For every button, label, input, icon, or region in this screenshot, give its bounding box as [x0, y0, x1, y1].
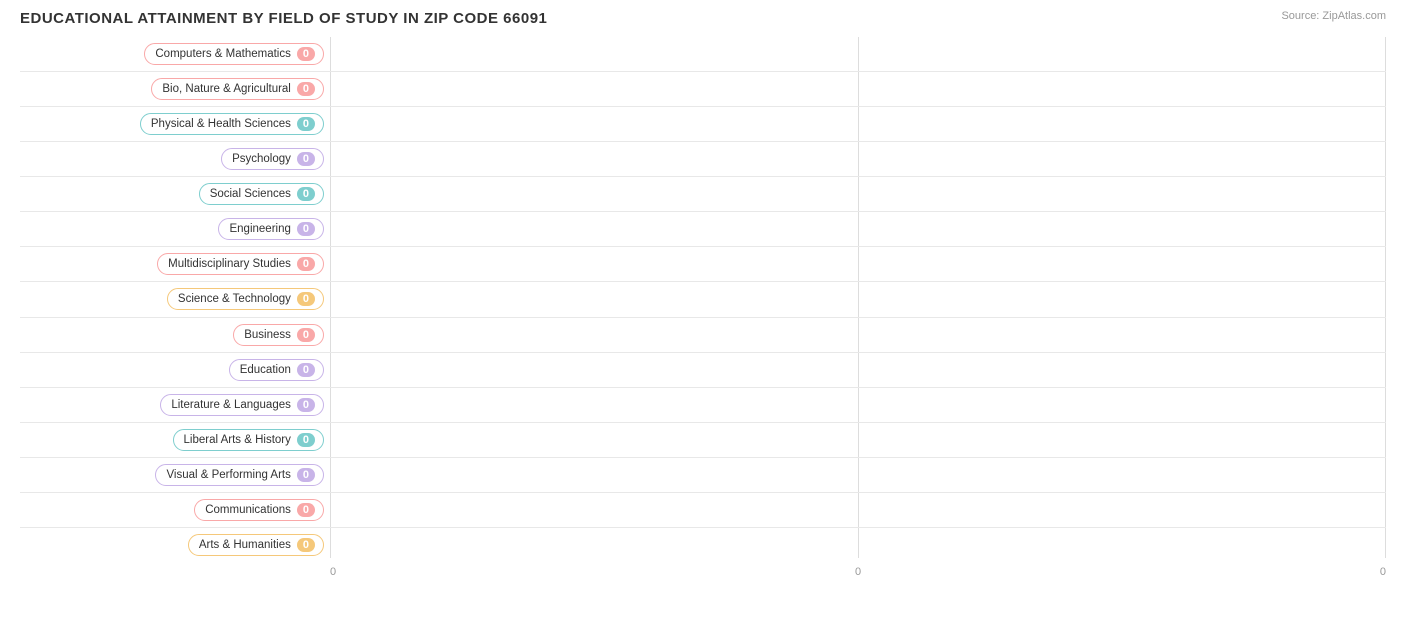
- chart-area: Computers & Mathematics 0 Bio, Nature & …: [20, 37, 1386, 578]
- label-area: Psychology 0: [20, 148, 330, 170]
- bar-area: [330, 80, 1386, 98]
- bar-label: Liberal Arts & History: [184, 434, 291, 446]
- x-axis-label: 0: [330, 566, 336, 578]
- bar-area: [330, 431, 1386, 449]
- label-pill: Science & Technology 0: [167, 288, 324, 310]
- label-pill: Physical & Health Sciences 0: [140, 113, 324, 135]
- bar-row: Multidisciplinary Studies 0: [20, 247, 1386, 282]
- bar-row: Liberal Arts & History 0: [20, 423, 1386, 458]
- bar-area: [330, 45, 1386, 63]
- bar-label: Multidisciplinary Studies: [168, 258, 291, 270]
- value-badge: 0: [297, 468, 315, 482]
- label-pill: Multidisciplinary Studies 0: [157, 253, 324, 275]
- value-badge: 0: [297, 538, 315, 552]
- chart-container: EDUCATIONAL ATTAINMENT BY FIELD OF STUDY…: [0, 0, 1406, 631]
- bar-label: Computers & Mathematics: [155, 48, 291, 60]
- value-badge: 0: [297, 257, 315, 271]
- value-badge: 0: [297, 152, 315, 166]
- bar-area: [330, 150, 1386, 168]
- rows-container: Computers & Mathematics 0 Bio, Nature & …: [20, 37, 1386, 562]
- bar-area: [330, 326, 1386, 344]
- x-axis-label: 0: [1380, 566, 1386, 578]
- bar-label: Engineering: [229, 223, 290, 235]
- bar-area: [330, 466, 1386, 484]
- label-area: Literature & Languages 0: [20, 394, 330, 416]
- label-area: Bio, Nature & Agricultural 0: [20, 78, 330, 100]
- chart-source: Source: ZipAtlas.com: [1281, 10, 1386, 22]
- label-pill: Arts & Humanities 0: [188, 534, 324, 556]
- value-badge: 0: [297, 117, 315, 131]
- x-axis-labels: 0 0 0: [330, 562, 1386, 578]
- bar-label: Arts & Humanities: [199, 539, 291, 551]
- bar-row: Visual & Performing Arts 0: [20, 458, 1386, 493]
- value-badge: 0: [297, 503, 315, 517]
- value-badge: 0: [297, 292, 315, 306]
- bar-label: Literature & Languages: [171, 399, 291, 411]
- label-pill: Bio, Nature & Agricultural 0: [151, 78, 324, 100]
- bar-row: Literature & Languages 0: [20, 388, 1386, 423]
- bar-label: Physical & Health Sciences: [151, 118, 291, 130]
- bar-label: Psychology: [232, 153, 291, 165]
- label-pill: Business 0: [233, 324, 324, 346]
- bar-label: Social Sciences: [210, 188, 291, 200]
- bar-label: Communications: [205, 504, 291, 516]
- label-area: Physical & Health Sciences 0: [20, 113, 330, 135]
- label-area: Business 0: [20, 324, 330, 346]
- label-area: Computers & Mathematics 0: [20, 43, 330, 65]
- bar-area: [330, 255, 1386, 273]
- bar-area: [330, 361, 1386, 379]
- label-pill: Visual & Performing Arts 0: [155, 464, 324, 486]
- value-badge: 0: [297, 82, 315, 96]
- bar-area: [330, 185, 1386, 203]
- label-pill: Literature & Languages 0: [160, 394, 324, 416]
- label-pill: Engineering 0: [218, 218, 324, 240]
- bar-label: Education: [240, 364, 291, 376]
- bar-row: Education 0: [20, 353, 1386, 388]
- value-badge: 0: [297, 187, 315, 201]
- bar-row: Business 0: [20, 318, 1386, 353]
- label-area: Social Sciences 0: [20, 183, 330, 205]
- bar-row: Physical & Health Sciences 0: [20, 107, 1386, 142]
- bar-area: [330, 501, 1386, 519]
- label-area: Arts & Humanities 0: [20, 534, 330, 556]
- label-area: Liberal Arts & History 0: [20, 429, 330, 451]
- label-pill: Liberal Arts & History 0: [173, 429, 325, 451]
- bar-row: Computers & Mathematics 0: [20, 37, 1386, 72]
- value-badge: 0: [297, 363, 315, 377]
- bar-label: Science & Technology: [178, 293, 291, 305]
- bar-row: Science & Technology 0: [20, 282, 1386, 317]
- bar-area: [330, 220, 1386, 238]
- label-pill: Social Sciences 0: [199, 183, 324, 205]
- bar-area: [330, 290, 1386, 308]
- value-badge: 0: [297, 398, 315, 412]
- bar-row: Bio, Nature & Agricultural 0: [20, 72, 1386, 107]
- bar-row: Arts & Humanities 0: [20, 528, 1386, 562]
- bar-label: Bio, Nature & Agricultural: [162, 83, 290, 95]
- chart-title: EDUCATIONAL ATTAINMENT BY FIELD OF STUDY…: [20, 10, 1386, 27]
- bar-row: Engineering 0: [20, 212, 1386, 247]
- value-badge: 0: [297, 222, 315, 236]
- bar-area: [330, 115, 1386, 133]
- bar-row: Psychology 0: [20, 142, 1386, 177]
- value-badge: 0: [297, 328, 315, 342]
- label-area: Multidisciplinary Studies 0: [20, 253, 330, 275]
- label-pill: Computers & Mathematics 0: [144, 43, 324, 65]
- label-area: Engineering 0: [20, 218, 330, 240]
- bar-row: Communications 0: [20, 493, 1386, 528]
- bar-area: [330, 396, 1386, 414]
- label-pill: Communications 0: [194, 499, 324, 521]
- label-area: Science & Technology 0: [20, 288, 330, 310]
- x-axis-label: 0: [855, 566, 861, 578]
- bar-label: Business: [244, 329, 291, 341]
- value-badge: 0: [297, 433, 315, 447]
- label-area: Visual & Performing Arts 0: [20, 464, 330, 486]
- label-area: Communications 0: [20, 499, 330, 521]
- label-pill: Education 0: [229, 359, 324, 381]
- bar-area: [330, 536, 1386, 554]
- label-pill: Psychology 0: [221, 148, 324, 170]
- bar-row: Social Sciences 0: [20, 177, 1386, 212]
- bar-label: Visual & Performing Arts: [166, 469, 290, 481]
- value-badge: 0: [297, 47, 315, 61]
- label-area: Education 0: [20, 359, 330, 381]
